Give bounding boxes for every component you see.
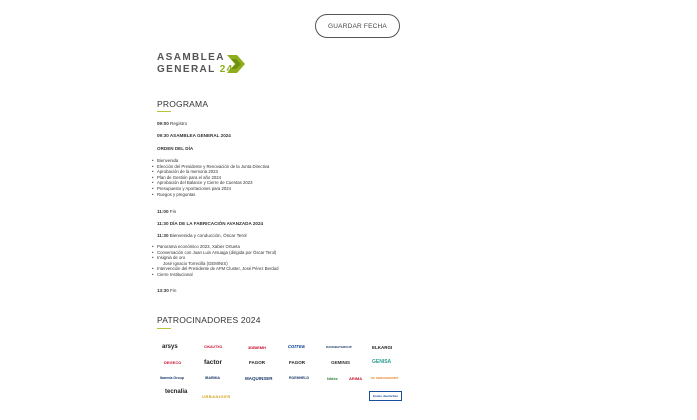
logo-line1: ASAMBLEA <box>157 52 225 63</box>
jornada-line: 11:30 DÍA DE LA FABRICACIÓN AVANZADA 202… <box>157 221 264 226</box>
list-item: Ruegos y preguntas <box>152 192 269 198</box>
sponsor-logo: GEMINIS <box>331 359 351 365</box>
programa-underline <box>157 111 171 112</box>
sponsor-logo: ELKARGI <box>372 344 393 350</box>
sponsor-logo: SC SERVICEPOINT <box>371 376 399 380</box>
sponsor-logo: arsys <box>162 344 178 350</box>
list-item: Cierre Institucional <box>152 272 279 278</box>
orden-title: ORDEN DEL DÍA <box>157 146 194 151</box>
sponsor-logo: DANOBATGROUP <box>326 345 352 349</box>
programa-title: PROGRAMA <box>157 99 209 109</box>
orden-list: Bienvenida Elección del Presidente y Ren… <box>152 158 269 197</box>
sponsor-logo: URBANIGER <box>202 393 231 399</box>
registro-line: 09:00 Registro <box>157 121 188 126</box>
asamblea-line: 09:30 ASAMBLEA GENERAL 2024 <box>157 133 231 138</box>
sponsor-logo: ROEMHELD <box>289 376 310 380</box>
bienvenida-line: 11:30 Bienvenida y conducción, Óscar Ter… <box>157 233 247 238</box>
sponsor-logo: tecnalia <box>165 389 188 395</box>
sponsor-logo: FAGOR <box>289 359 306 365</box>
jornada-list: Panorama económico 2023, Xabier Ortueta … <box>152 244 279 278</box>
sponsor-logo: DEGECO <box>164 359 182 365</box>
patrocinadores-title: PATROCINADORES 2024 <box>157 315 261 325</box>
fin1-line: 11:00 Fin <box>157 209 177 214</box>
sponsor-logo: Nidec <box>327 375 338 381</box>
sponsor-logo: correa <box>288 344 305 350</box>
fin2-line: 13:30 Fin <box>157 288 177 293</box>
sponsor-logo: GENISA <box>372 359 392 365</box>
sponsor-logo: Ibarmia Group <box>160 376 184 380</box>
sponsor-logo: IBARMIA <box>205 376 220 380</box>
sponsor-logo: FAGOR <box>249 359 266 365</box>
chevron-logo-icon <box>227 55 245 73</box>
sponsor-logo: factor <box>204 358 223 366</box>
sponsor-logo: ARIMA <box>349 375 363 381</box>
asamblea-logo: ASAMBLEA GENERAL 24 <box>157 52 252 78</box>
sponsor-logo: 3DBIEMH <box>248 344 267 350</box>
sponsor-logo: CIKAUTXO <box>204 345 223 349</box>
save-date-button[interactable]: GUARDAR FECHA <box>315 14 400 38</box>
logo-line2: GENERAL 24 <box>157 64 234 75</box>
patrocinadores-underline <box>157 328 171 329</box>
sponsor-logo: MAQUINSER <box>245 375 273 381</box>
sponsor-logo: Eusko Jaurlaritza <box>369 391 402 401</box>
